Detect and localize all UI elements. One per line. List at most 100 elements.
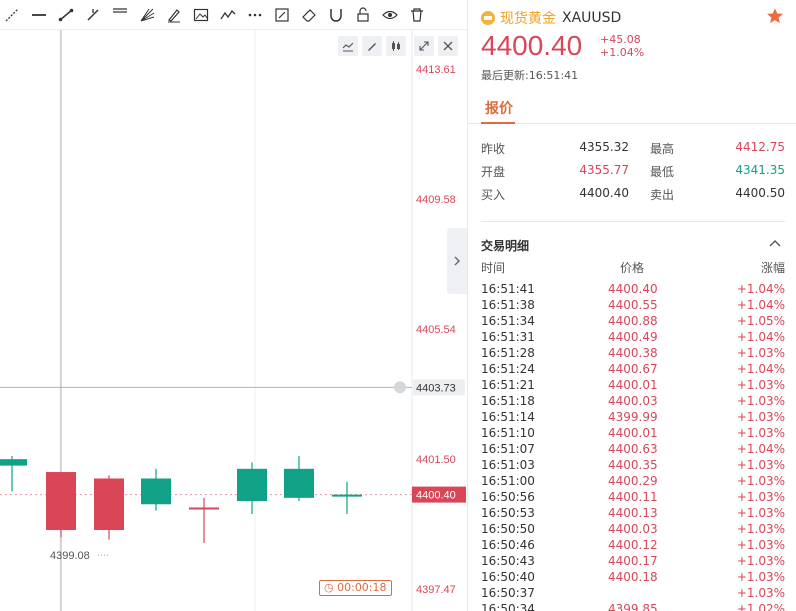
trade-row: 16:50:56 4400.11 +1.03% bbox=[481, 490, 785, 506]
trade-price: 4399.85 bbox=[608, 602, 658, 611]
trade-change: +1.03% bbox=[736, 378, 785, 392]
candle-type-icon[interactable] bbox=[386, 36, 406, 56]
trade-time: 16:50:46 bbox=[481, 538, 535, 552]
trade-change: +1.02% bbox=[736, 602, 785, 611]
change-percent: +1.04% bbox=[600, 46, 645, 59]
header-time: 时间 bbox=[481, 261, 506, 275]
candle-body bbox=[332, 494, 362, 497]
low-price-label: 4399.08 bbox=[50, 550, 90, 562]
trade-price: 4400.01 bbox=[608, 378, 658, 392]
trade-row: 16:51:24 4400.67 +1.04% bbox=[481, 362, 785, 378]
trade-time: 16:51:18 bbox=[481, 394, 535, 408]
collapse-panel-button[interactable] bbox=[447, 228, 467, 294]
trade-change: +1.03% bbox=[736, 394, 785, 408]
trade-change: +1.03% bbox=[736, 506, 785, 520]
trade-time: 16:51:14 bbox=[481, 410, 535, 424]
gold-icon bbox=[481, 11, 495, 25]
price-change: +45.08 +1.04% bbox=[600, 33, 644, 59]
tab-quote[interactable]: 报价 bbox=[485, 98, 513, 118]
magnet-icon[interactable] bbox=[324, 3, 348, 27]
candle-body bbox=[141, 478, 171, 505]
quote-value: 4341.35 bbox=[735, 163, 785, 177]
fullscreen-icon[interactable] bbox=[414, 36, 434, 56]
trade-change: +1.04% bbox=[736, 282, 785, 296]
trade-time: 16:51:31 bbox=[481, 330, 535, 344]
trade-change: +1.04% bbox=[736, 362, 785, 376]
trade-time: 16:51:07 bbox=[481, 442, 535, 456]
trade-row: 16:51:18 4400.03 +1.03% bbox=[481, 394, 785, 410]
trade-price: 4400.13 bbox=[608, 506, 658, 520]
trade-time: 16:50:37 bbox=[481, 586, 535, 600]
trash-icon[interactable] bbox=[405, 3, 429, 27]
quote-label: 最低 bbox=[650, 165, 675, 179]
brush-icon[interactable] bbox=[162, 3, 186, 27]
trade-price: 4400.18 bbox=[608, 570, 658, 584]
quote-value: 4400.40 bbox=[579, 186, 629, 200]
alert-bell-icon[interactable] bbox=[394, 381, 406, 394]
quote-value: 4355.77 bbox=[579, 163, 629, 177]
draw-pen-icon[interactable] bbox=[362, 36, 382, 56]
trade-change: +1.03% bbox=[736, 458, 785, 472]
quote-value: 4400.50 bbox=[735, 186, 785, 200]
instrument-name: 现货黄金 bbox=[500, 11, 556, 27]
trade-change: +1.03% bbox=[736, 490, 785, 504]
countdown-value: 00:00:18 bbox=[337, 581, 387, 594]
candle-body bbox=[284, 468, 314, 498]
trade-row: 16:50:43 4400.17 +1.03% bbox=[481, 554, 785, 570]
chart-area[interactable]: 4413.61 4409.58 4405.54 4401.50 4397.47 4403.… bbox=[0, 0, 467, 611]
trades-header: 时间 价格 涨幅 bbox=[481, 259, 785, 275]
trade-price: 4400.49 bbox=[608, 330, 658, 344]
segment-icon[interactable] bbox=[81, 3, 105, 27]
close-icon[interactable] bbox=[438, 36, 458, 56]
trade-change: +1.03% bbox=[736, 554, 785, 568]
header-price: 价格 bbox=[620, 261, 645, 275]
trade-price: 4400.12 bbox=[608, 538, 658, 552]
last-price: 4400.40 bbox=[481, 30, 583, 61]
trades-title: 交易明细 bbox=[481, 239, 530, 253]
trade-change: +1.03% bbox=[736, 570, 785, 584]
quote-row: 买入 4400.40 卖出 4400.50 bbox=[481, 184, 785, 207]
change-value: +45.08 bbox=[600, 33, 641, 46]
wave-icon[interactable] bbox=[216, 3, 240, 27]
favorite-star-icon[interactable] bbox=[766, 7, 784, 25]
trade-price: 4399.99 bbox=[608, 410, 658, 424]
trade-row: 16:51:10 4400.01 +1.03% bbox=[481, 426, 785, 442]
lock-icon[interactable] bbox=[351, 3, 375, 27]
note-icon[interactable] bbox=[270, 3, 294, 27]
ray-icon[interactable] bbox=[0, 3, 24, 27]
indicator-icon[interactable] bbox=[338, 36, 358, 56]
eye-icon[interactable] bbox=[378, 3, 402, 27]
price-axis-label: 4409.58 bbox=[416, 194, 456, 206]
fibonacci-icon[interactable] bbox=[108, 3, 132, 27]
fan-icon[interactable] bbox=[135, 3, 159, 27]
instrument-code: XAUUSD bbox=[562, 10, 622, 26]
candle-body bbox=[94, 478, 124, 531]
horizontal-line-icon[interactable] bbox=[27, 3, 51, 27]
trade-change: +1.03% bbox=[736, 426, 785, 440]
trade-price: 4400.03 bbox=[608, 394, 658, 408]
trend-line-icon[interactable] bbox=[54, 3, 78, 27]
more-icon[interactable] bbox=[243, 3, 267, 27]
trade-time: 16:50:56 bbox=[481, 490, 535, 504]
trade-row: 16:50:37 +1.03% bbox=[481, 586, 785, 602]
trade-row: 16:50:40 4400.18 +1.03% bbox=[481, 570, 785, 586]
eraser-icon[interactable] bbox=[297, 3, 321, 27]
trade-row: 16:50:34 4399.85 +1.02% bbox=[481, 602, 785, 611]
trade-row: 16:51:31 4400.49 +1.04% bbox=[481, 330, 785, 346]
price-axis-label: 4405.54 bbox=[416, 324, 456, 336]
trade-row: 16:51:41 4400.40 +1.04% bbox=[481, 282, 785, 298]
trade-time: 16:51:03 bbox=[481, 458, 535, 472]
trade-price: 4400.35 bbox=[608, 458, 658, 472]
quote-panel: 现货黄金 XAUUSD 4400.40 +45.08 +1.04% 最后更新:1… bbox=[467, 0, 796, 611]
trade-time: 16:50:50 bbox=[481, 522, 535, 536]
chevron-up-icon[interactable] bbox=[768, 237, 782, 251]
candlestick-chart[interactable]: 4413.61 4409.58 4405.54 4401.50 4397.47 4403.… bbox=[0, 30, 467, 611]
trade-row: 16:51:03 4400.35 +1.03% bbox=[481, 458, 785, 474]
app-root: 4413.61 4409.58 4405.54 4401.50 4397.47 4403.… bbox=[0, 0, 796, 611]
trade-time: 16:51:10 bbox=[481, 426, 535, 440]
candle-body bbox=[189, 507, 219, 510]
trade-time: 16:51:34 bbox=[481, 314, 535, 328]
chevron-right-icon bbox=[454, 256, 460, 266]
drawing-toolbar bbox=[0, 0, 467, 30]
image-icon[interactable] bbox=[189, 3, 213, 27]
